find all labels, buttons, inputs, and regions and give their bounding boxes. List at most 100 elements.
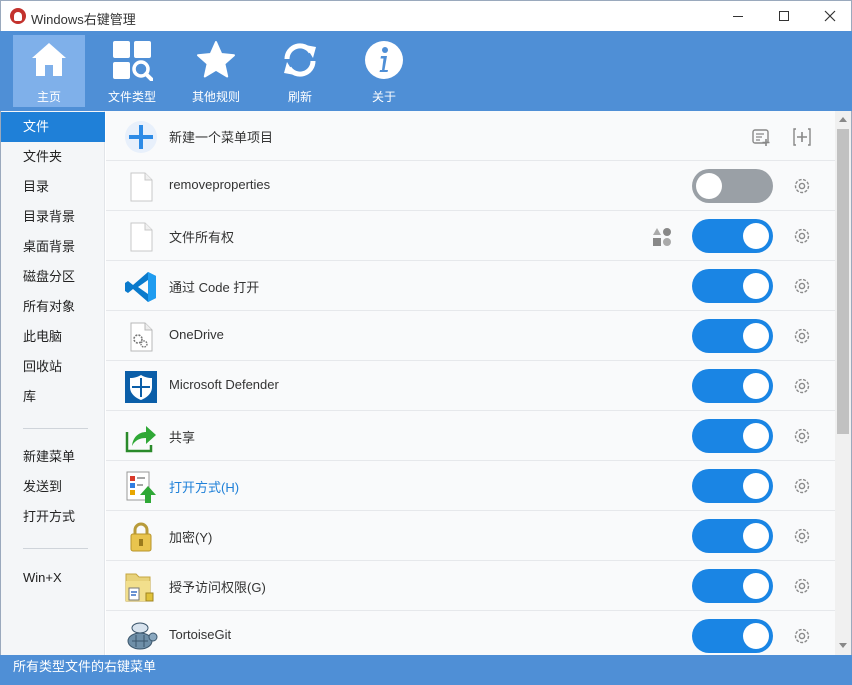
enable-toggle[interactable]	[692, 569, 773, 603]
settings-gear-icon[interactable]	[792, 626, 812, 646]
enable-toggle[interactable]	[692, 519, 773, 553]
minimize-button[interactable]	[715, 1, 761, 31]
sidebar-item-directory-background[interactable]: 目录背景	[1, 202, 105, 232]
settings-gear-icon[interactable]	[792, 176, 812, 196]
blank-file-icon	[124, 220, 158, 254]
sidebar-item-open-with[interactable]: 打开方式	[1, 502, 105, 532]
sidebar-item-recycle-bin[interactable]: 回收站	[1, 352, 105, 382]
scroll-up-arrow-icon[interactable]	[839, 117, 847, 122]
title-bar: Windows右键管理	[0, 0, 852, 31]
menu-item-row[interactable]: 授予访问权限(G)	[106, 561, 835, 611]
open-with-icon	[124, 470, 158, 504]
sidebar-item-drive[interactable]: 磁盘分区	[1, 262, 105, 292]
menu-item-label: TortoiseGit	[169, 627, 232, 642]
sidebar-item-directory[interactable]: 目录	[1, 172, 105, 202]
menu-item-row[interactable]: OneDrive	[106, 311, 835, 361]
sidebar-divider	[23, 428, 88, 429]
sidebar-item-all-objects[interactable]: 所有对象	[1, 292, 105, 322]
toggle-knob	[743, 323, 769, 349]
menu-item-row[interactable]: 加密(Y)	[106, 511, 835, 561]
enable-toggle[interactable]	[692, 419, 773, 453]
tool-refresh-label: 刷新	[287, 90, 312, 104]
sidebar-item-winx[interactable]: Win+X	[1, 563, 105, 593]
menu-item-row[interactable]: 文件所有权	[106, 211, 835, 261]
tool-home[interactable]: 主页	[13, 35, 85, 107]
maximize-button[interactable]	[761, 1, 807, 31]
shapes-icon	[651, 226, 673, 248]
menu-item-row[interactable]: Microsoft Defender	[106, 361, 835, 411]
sidebar-item-desktop-background[interactable]: 桌面背景	[1, 232, 105, 262]
menu-item-label: 授予访问权限(G)	[169, 580, 266, 595]
add-item-icon[interactable]	[791, 126, 813, 148]
star-icon	[197, 41, 235, 78]
file-types-icon	[113, 41, 153, 81]
tool-other-rules[interactable]: 其他规则	[180, 35, 252, 107]
onedrive-file-icon	[124, 320, 158, 354]
home-icon	[32, 43, 66, 76]
menu-item-list: 新建一个菜单项目 removeproperties 文件所有权 通过 Code …	[106, 111, 835, 655]
enable-toggle[interactable]	[692, 219, 773, 253]
scroll-thumb[interactable]	[837, 129, 849, 434]
sidebar-item-this-pc[interactable]: 此电脑	[1, 322, 105, 352]
tool-about[interactable]: 关于	[348, 35, 420, 107]
enable-toggle[interactable]	[692, 369, 773, 403]
menu-item-row[interactable]: TortoiseGit	[106, 611, 835, 655]
menu-item-row[interactable]: 打开方式(H)	[106, 461, 835, 511]
new-menu-item-row[interactable]: 新建一个菜单项目	[106, 111, 835, 161]
enable-toggle[interactable]	[692, 619, 773, 653]
settings-gear-icon[interactable]	[792, 426, 812, 446]
blank-file-icon	[124, 170, 158, 204]
tool-file-types[interactable]: 文件类型	[96, 35, 168, 107]
menu-item-label: 通过 Code 打开	[169, 280, 260, 295]
toolbar: 主页 文件类型 其他规则 刷新 关于	[0, 31, 852, 111]
enable-toggle[interactable]	[692, 469, 773, 503]
tool-about-label: 关于	[371, 90, 396, 104]
settings-gear-icon[interactable]	[792, 576, 812, 596]
enable-toggle[interactable]	[692, 269, 773, 303]
toggle-knob	[743, 423, 769, 449]
enable-toggle[interactable]	[692, 319, 773, 353]
sidebar-item-folder[interactable]: 文件夹	[1, 142, 105, 172]
close-icon	[824, 10, 836, 22]
sidebar-item-library[interactable]: 库	[1, 382, 105, 412]
settings-gear-icon[interactable]	[792, 326, 812, 346]
toggle-knob	[743, 523, 769, 549]
settings-gear-icon[interactable]	[792, 276, 812, 296]
menu-item-label: 打开方式(H)	[169, 480, 240, 495]
minimize-icon	[733, 15, 743, 17]
sidebar: 文件 文件夹 目录 目录背景 桌面背景 磁盘分区 所有对象 此电脑 回收站 库 …	[0, 111, 105, 655]
lock-icon	[124, 520, 158, 554]
menu-item-row[interactable]: removeproperties	[106, 161, 835, 211]
toggle-knob	[743, 623, 769, 649]
sidebar-item-send-to[interactable]: 发送到	[1, 472, 105, 502]
info-icon	[365, 41, 403, 79]
toggle-knob	[743, 273, 769, 299]
menu-item-label: 加密(Y)	[169, 530, 213, 545]
settings-gear-icon[interactable]	[792, 376, 812, 396]
toggle-knob	[743, 573, 769, 599]
menu-item-label: Microsoft Defender	[169, 377, 279, 392]
settings-gear-icon[interactable]	[792, 476, 812, 496]
close-button[interactable]	[807, 1, 852, 31]
sidebar-item-file[interactable]: 文件	[1, 112, 105, 142]
toggle-knob	[743, 473, 769, 499]
menu-item-label: removeproperties	[169, 177, 271, 192]
settings-gear-icon[interactable]	[792, 526, 812, 546]
vertical-scrollbar[interactable]	[835, 111, 852, 655]
tool-refresh[interactable]: 刷新	[264, 35, 336, 107]
toggle-knob	[696, 173, 722, 199]
refresh-icon	[284, 43, 316, 77]
share-arrow-icon	[124, 420, 158, 454]
vscode-icon	[124, 270, 158, 304]
enable-toggle[interactable]	[692, 169, 773, 203]
menu-item-row[interactable]: 共享	[106, 411, 835, 461]
add-group-icon[interactable]	[751, 126, 773, 148]
menu-item-row[interactable]: 通过 Code 打开	[106, 261, 835, 311]
menu-item-label: OneDrive	[169, 327, 224, 342]
sidebar-item-new-menu[interactable]: 新建菜单	[1, 442, 105, 472]
settings-gear-icon[interactable]	[792, 226, 812, 246]
window-title: Windows右键管理	[31, 12, 136, 27]
grant-access-icon	[124, 570, 158, 604]
toggle-knob	[743, 373, 769, 399]
scroll-down-arrow-icon[interactable]	[839, 643, 847, 648]
